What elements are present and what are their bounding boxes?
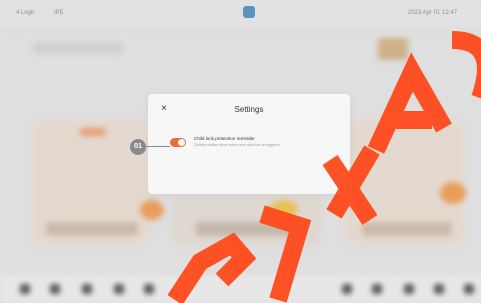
screen: 4 Legit IPE 2023 Apr 01 12:47 × Settings… (0, 0, 481, 303)
settings-dialog: × Settings Child lock protection reminde… (148, 94, 350, 194)
child-lock-toggle[interactable] (170, 138, 186, 147)
callout-line (146, 146, 170, 147)
callout-badge: 01 (130, 139, 146, 155)
toggle-knob (178, 139, 185, 146)
setting-label: Child lock protection reminder (194, 136, 255, 141)
setting-row-child-lock: Child lock protection reminder Quickly n… (168, 134, 338, 156)
dialog-title: Settings (234, 105, 264, 114)
setting-description: Quickly notifies driver when rear child … (194, 143, 280, 147)
